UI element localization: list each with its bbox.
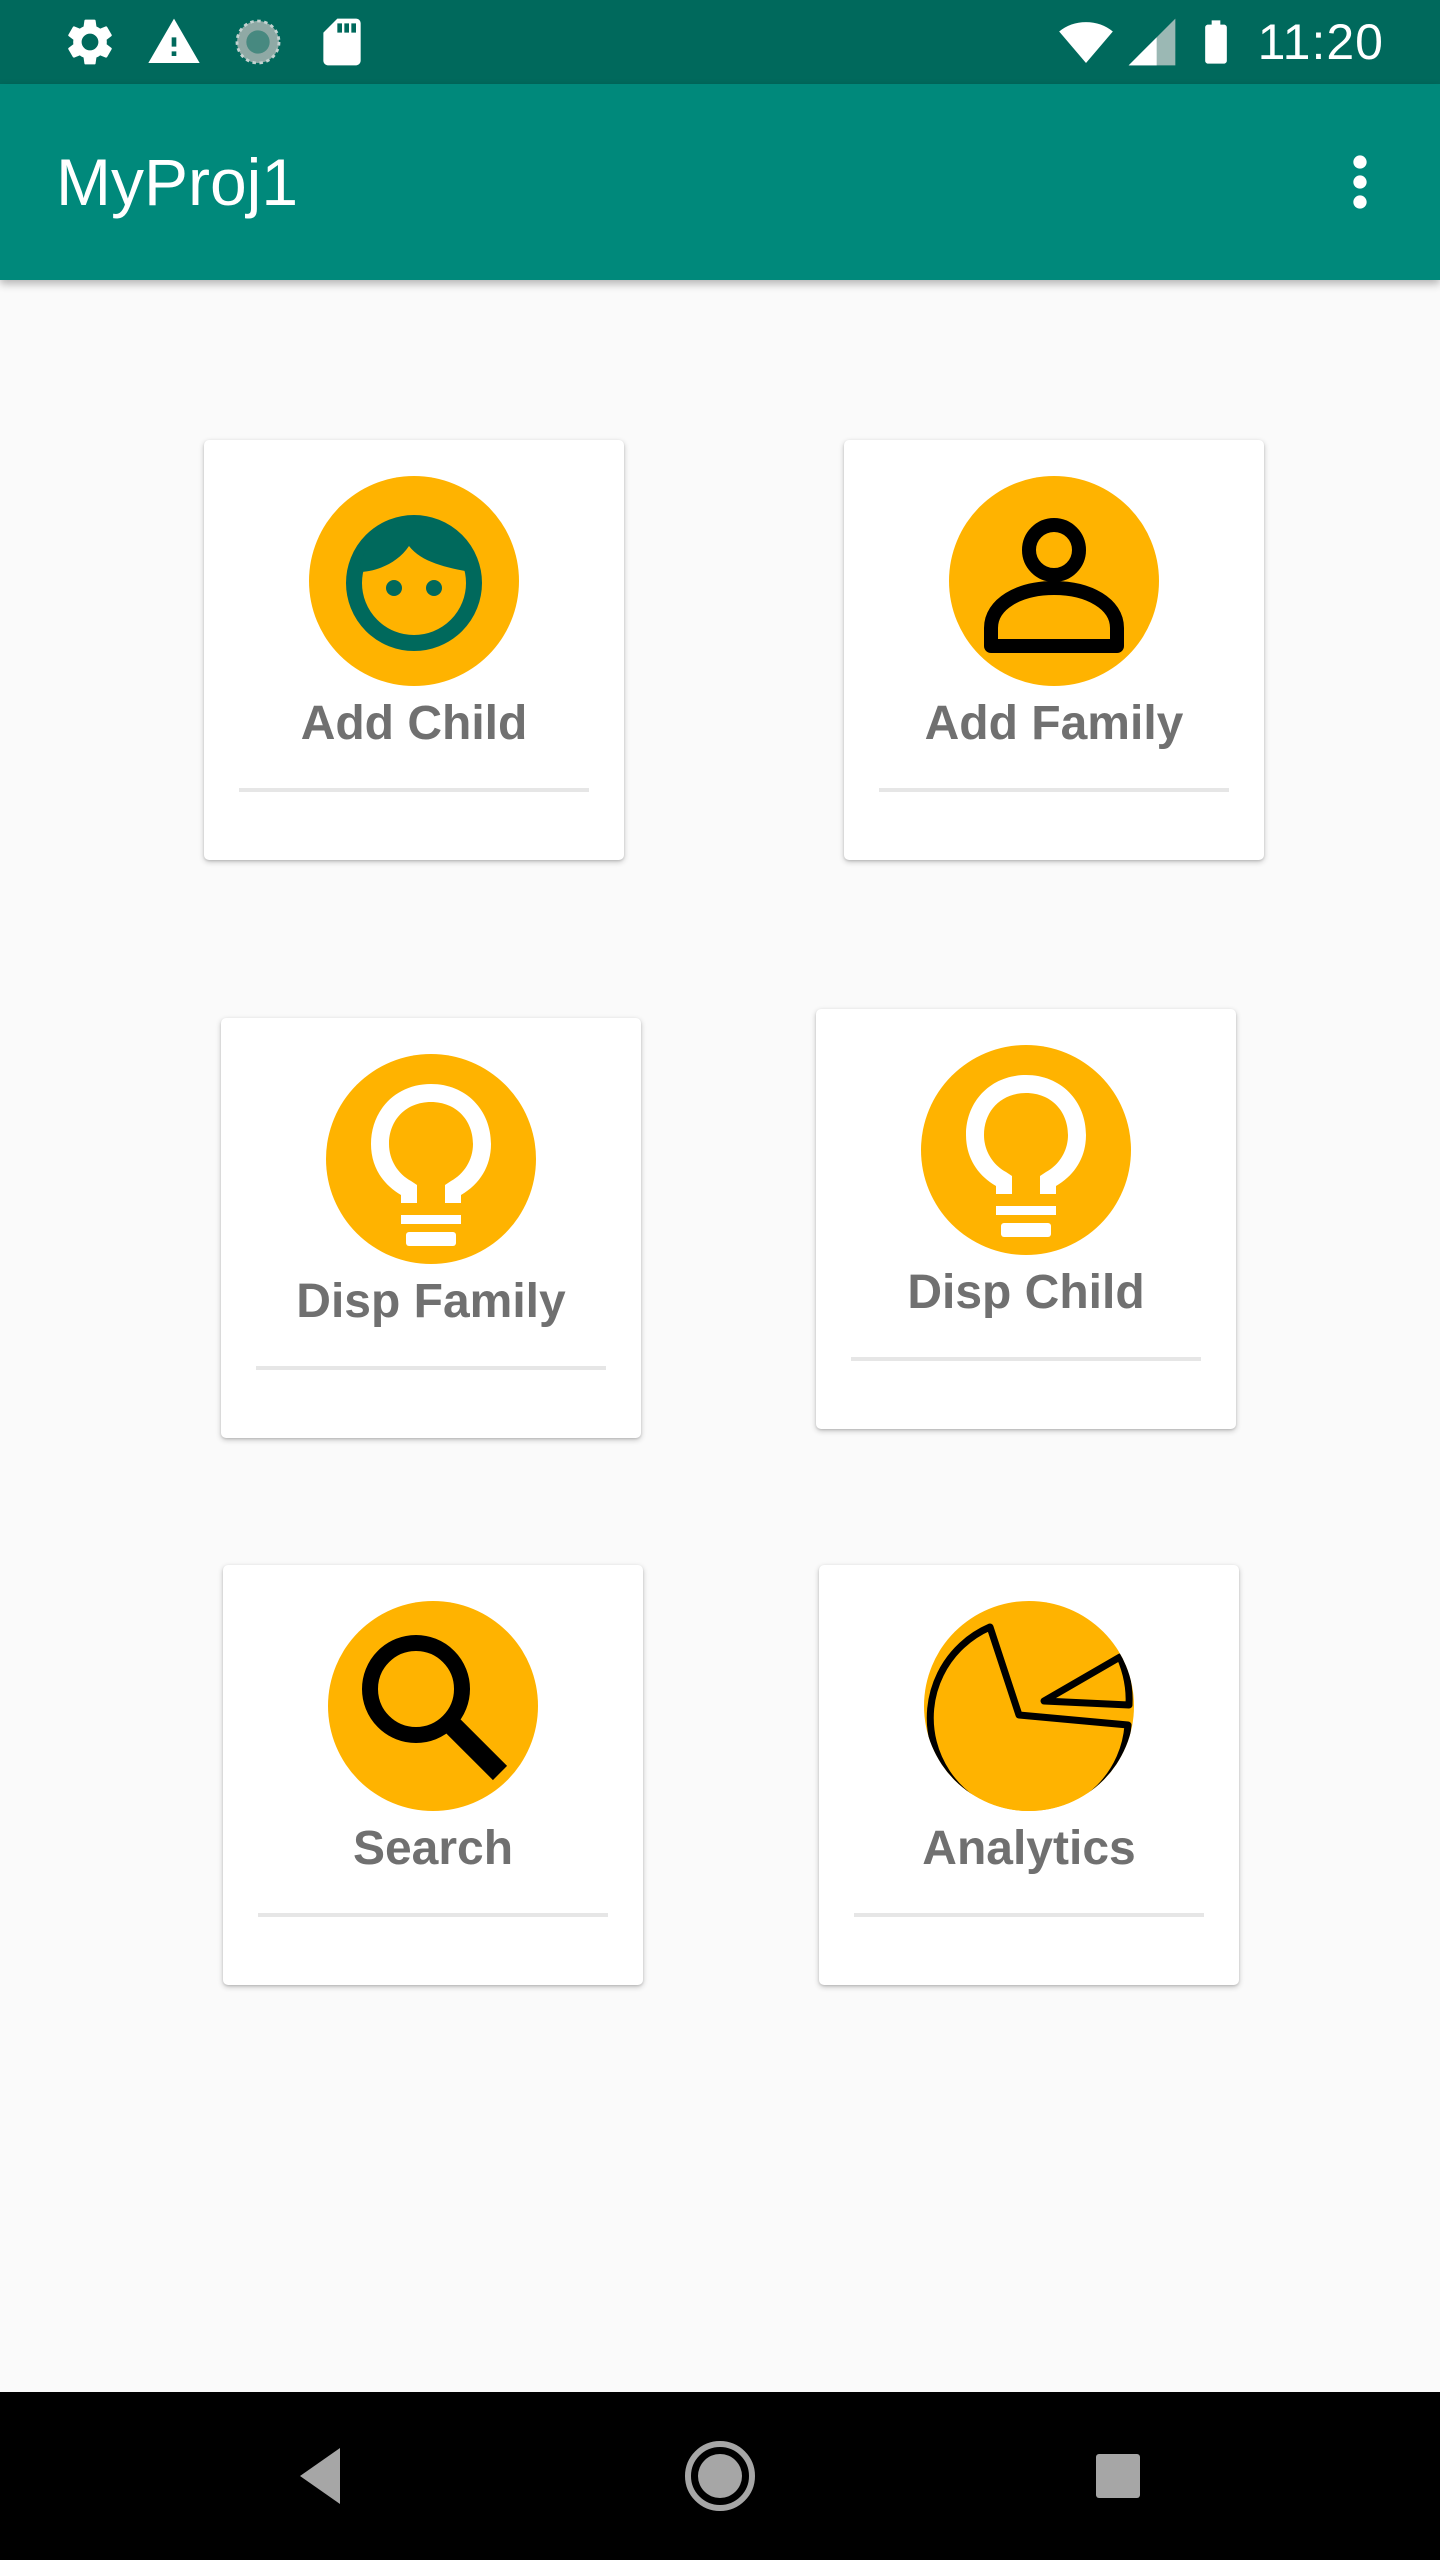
- card-label: Disp Family: [296, 1275, 566, 1328]
- disp-family-card[interactable]: Disp Family: [221, 1018, 641, 1438]
- warning-icon: [146, 14, 202, 70]
- card-divider: [258, 1913, 608, 1917]
- card-label: Analytics: [922, 1822, 1136, 1875]
- child-face-icon: [309, 476, 519, 686]
- card-divider: [239, 788, 589, 792]
- analytics-card[interactable]: Analytics: [819, 1565, 1239, 1985]
- search-card[interactable]: Search: [223, 1565, 643, 1985]
- sd-card-icon: [314, 14, 370, 70]
- navigation-bar: [0, 2392, 1440, 2560]
- add-family-card[interactable]: Add Family: [844, 440, 1264, 860]
- back-icon[interactable]: [282, 2436, 362, 2516]
- app-bar: MyProj1: [0, 84, 1440, 280]
- card-divider: [854, 1913, 1204, 1917]
- home-icon[interactable]: [680, 2436, 760, 2516]
- search-icon: [328, 1601, 538, 1811]
- pie-chart-icon: [924, 1601, 1134, 1811]
- card-label: Search: [352, 1822, 514, 1875]
- app-title: MyProj1: [56, 145, 299, 219]
- recents-icon[interactable]: [1078, 2436, 1158, 2516]
- card-divider: [256, 1366, 606, 1370]
- card-label: Add Child: [300, 697, 528, 750]
- battery-icon: [1190, 14, 1242, 70]
- card-label: Disp Child: [907, 1266, 1145, 1319]
- card-divider: [851, 1357, 1201, 1361]
- status-time: 11:20: [1257, 14, 1384, 70]
- status-bar: 11:20: [0, 0, 1440, 84]
- cell-signal-icon: [1124, 14, 1180, 70]
- disp-child-card[interactable]: Disp Child: [816, 1009, 1236, 1429]
- lightbulb-icon: [326, 1054, 536, 1264]
- add-child-card[interactable]: Add Child: [204, 440, 624, 860]
- more-vert-icon[interactable]: [1320, 142, 1400, 222]
- loading-icon: [230, 14, 286, 70]
- card-divider: [879, 788, 1229, 792]
- lightbulb-icon: [921, 1045, 1131, 1255]
- card-label: Add Family: [924, 697, 1184, 750]
- settings-icon: [62, 14, 118, 70]
- person-icon: [949, 476, 1159, 686]
- wifi-icon: [1054, 14, 1118, 70]
